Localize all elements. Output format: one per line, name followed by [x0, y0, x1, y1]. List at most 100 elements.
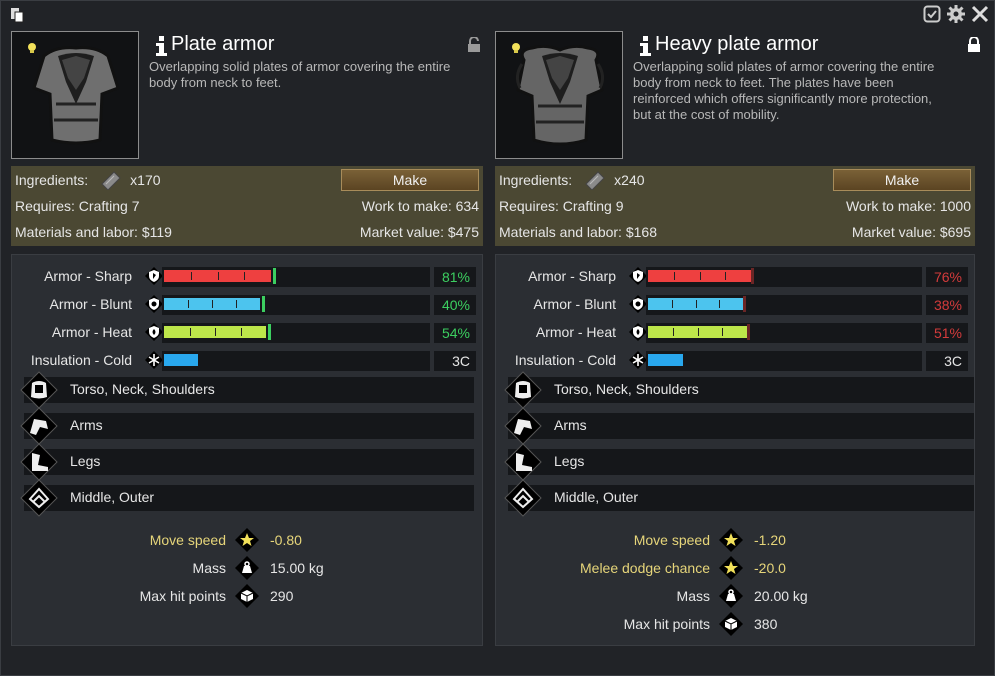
make-button[interactable]: Make — [341, 169, 479, 191]
copy-icon[interactable] — [9, 7, 25, 23]
torso-coverage-icon — [20, 371, 58, 409]
attr-value: 15.00 kg — [270, 560, 324, 576]
stat-compare-marker — [273, 268, 276, 284]
snowflake-icon — [629, 351, 647, 369]
coverage-arms: Arms — [20, 407, 474, 445]
attr-label: Melee dodge chance — [580, 560, 710, 576]
attr-mass: Mass 15.00 kg — [12, 556, 482, 580]
stat-bar — [646, 295, 922, 315]
stat-value: 51% — [926, 323, 968, 343]
attr-label: Mass — [676, 588, 710, 604]
stat-bar-tick — [673, 328, 674, 336]
coverage-label: Middle, Outer — [554, 489, 639, 505]
stat-compare-marker — [262, 296, 265, 312]
lock-icon[interactable] — [967, 37, 981, 53]
attr-mass: Mass 20.00 kg — [496, 584, 974, 608]
stat-bar-fill — [164, 354, 198, 366]
attr-value: -1.20 — [754, 532, 786, 548]
stat-label: Armor - Blunt — [49, 296, 132, 312]
attr-move-speed: Move speed -1.20 — [496, 528, 974, 552]
ingredients: Ingredients: x170 — [15, 170, 161, 190]
ingredients-quantity: x240 — [614, 172, 645, 188]
description-line: Overlapping solid plates of armor coveri… — [633, 59, 935, 74]
close-icon[interactable] — [970, 4, 990, 24]
stat-value: 3C — [434, 351, 476, 371]
stat-bar-tick — [722, 328, 723, 336]
stat-row-insulation-cold: Insulation - Cold 3C — [12, 349, 482, 371]
stat-value: 3C — [926, 351, 968, 371]
snowflake-icon — [145, 351, 163, 369]
stat-value: 40% — [434, 295, 476, 315]
shield-blunt-icon — [629, 295, 647, 313]
stat-label: Insulation - Cold — [30, 352, 132, 368]
stat-row-armor-sharp: Armor - Sharp 76% — [496, 265, 974, 287]
stat-bar — [162, 351, 430, 371]
stat-bar-tick — [188, 300, 189, 308]
coverage-legs: Legs — [20, 443, 474, 481]
stat-compare-marker — [747, 324, 750, 340]
stats-panel: Armor - Sharp 81% Armor - Blunt 40% Armo… — [11, 254, 483, 646]
shield-sharp-icon — [629, 267, 647, 285]
shield-heat-icon — [629, 323, 647, 341]
stat-bar-tick — [212, 300, 213, 308]
ingredients-label: Ingredients: — [499, 172, 573, 188]
attr-value: -20.0 — [754, 560, 786, 576]
coverage-torso: Torso, Neck, Shoulders — [20, 371, 474, 409]
stat-bar — [162, 323, 430, 343]
coverage-layer: Middle, Outer — [504, 479, 974, 517]
cube-icon — [235, 584, 259, 608]
lightbulb-icon — [28, 43, 36, 53]
stat-row-armor-blunt: Armor - Blunt 38% — [496, 293, 974, 315]
plate-armor-image — [32, 46, 120, 145]
torso-coverage-icon — [504, 371, 542, 409]
unlocked-lock-icon[interactable] — [467, 37, 481, 53]
market-value: Market value: $695 — [851, 224, 971, 240]
requires-text: Requires: Crafting 7 — [15, 198, 140, 214]
layer-coverage-icon — [504, 479, 542, 517]
work-to-make: Work to make: 634 — [361, 198, 479, 214]
stat-bar-tick — [719, 300, 720, 308]
materials-and-labor: Materials and labor: $168 — [499, 224, 657, 240]
ingredients: Ingredients: x240 — [499, 170, 645, 190]
legs-coverage-icon — [504, 443, 542, 481]
star-icon — [719, 556, 743, 580]
attr-label: Move speed — [633, 532, 710, 548]
heavy-plate-armor-image — [515, 44, 605, 146]
stat-row-armor-heat: Armor - Heat 54% — [12, 321, 482, 343]
stat-bar-tick — [696, 300, 697, 308]
coverage-legs: Legs — [504, 443, 974, 481]
make-button[interactable]: Make — [833, 169, 971, 191]
stat-value: 54% — [434, 323, 476, 343]
stat-bar-tick — [725, 272, 726, 280]
cube-icon — [719, 612, 743, 636]
stat-bar-tick — [698, 328, 699, 336]
star-icon — [235, 528, 259, 552]
recipe-panel: Ingredients: x170 Make Requires: Craftin… — [11, 166, 483, 246]
stat-bar-tick — [244, 272, 245, 280]
description-line: reinforced which offers significantly mo… — [633, 91, 932, 106]
stat-bar-tick — [190, 328, 191, 336]
coverage-label: Legs — [70, 453, 101, 469]
description-line: body from neck to feet. The plates have … — [633, 75, 894, 90]
stat-bar — [646, 323, 922, 343]
attr-value: 20.00 kg — [754, 588, 808, 604]
materials-and-labor: Materials and labor: $119 — [15, 224, 172, 240]
checkbox-icon[interactable] — [922, 4, 942, 24]
stat-bar — [646, 267, 922, 287]
coverage-label: Torso, Neck, Shoulders — [554, 381, 699, 397]
gear-icon[interactable] — [946, 4, 966, 24]
arms-coverage-icon — [20, 407, 58, 445]
shield-blunt-icon — [145, 295, 163, 313]
attr-max-hit-points: Max hit points 380 — [496, 612, 974, 636]
lightbulb-icon — [512, 43, 520, 53]
attr-label: Mass — [192, 560, 226, 576]
market-value: Market value: $475 — [359, 224, 479, 240]
legs-coverage-icon — [20, 443, 58, 481]
stat-compare-marker — [268, 324, 271, 340]
stat-bar-tick — [191, 272, 192, 280]
stat-bar-tick — [218, 272, 219, 280]
steel-icon — [101, 171, 121, 190]
item-description: Overlapping solid plates of armor coveri… — [149, 59, 450, 91]
stat-bar-tick — [241, 328, 242, 336]
stat-bar-fill — [648, 354, 683, 366]
